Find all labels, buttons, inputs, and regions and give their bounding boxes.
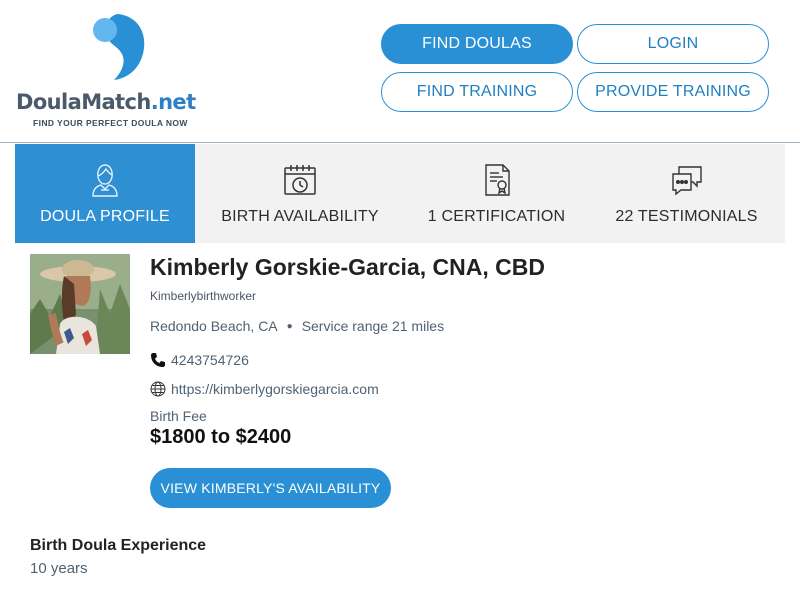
site-header: DoulaMatch.net FIND YOUR PERFECT DOULA N…: [0, 0, 800, 143]
separator-dot: ●: [286, 320, 293, 332]
site-logo[interactable]: DoulaMatch.net FIND YOUR PERFECT DOULA N…: [16, 10, 221, 135]
calendar-clock-icon: [284, 165, 316, 195]
birth-fee-value: $1800 to $2400: [150, 426, 292, 448]
tab-certification[interactable]: 1 CERTIFICATION: [405, 144, 588, 243]
tab-doula-profile[interactable]: DOULA PROFILE: [15, 144, 195, 243]
service-range-text: Service range 21 miles: [301, 318, 445, 334]
tab-label: 22 TESTIMONIALS: [615, 208, 758, 225]
location-text: Redondo Beach, CA: [150, 318, 278, 334]
logo-tagline: FIND YOUR PERFECT DOULA NOW: [33, 118, 188, 128]
doula-avatar: [30, 254, 130, 354]
experience-heading: Birth Doula Experience: [30, 537, 207, 554]
phone-row[interactable]: 4243754726: [150, 352, 249, 368]
location-row: Redondo Beach, CA ● Service range 21 mil…: [150, 318, 444, 334]
view-availability-button[interactable]: VIEW KIMBERLY'S AVAILABILITY: [150, 468, 391, 508]
profile-tabs: DOULA PROFILE BIRTH AVAILABILITY 1 CERTI…: [15, 144, 785, 243]
tab-testimonials[interactable]: 22 TESTIMONIALS: [588, 144, 785, 243]
tab-label: BIRTH AVAILABILITY: [221, 208, 379, 225]
phone-icon: [151, 353, 165, 367]
doula-username: Kimberlybirthworker: [150, 289, 257, 303]
provide-training-button[interactable]: PROVIDE TRAINING: [577, 72, 769, 112]
certificate-document-icon: [484, 164, 510, 196]
login-button[interactable]: LOGIN: [577, 24, 769, 64]
doula-name: Kimberly Gorskie-Garcia, CNA, CBD: [150, 254, 545, 280]
phone-number[interactable]: 4243754726: [171, 352, 249, 368]
website-link[interactable]: https://kimberlygorskiegarcia.com: [171, 381, 379, 397]
tab-birth-availability[interactable]: BIRTH AVAILABILITY: [195, 144, 405, 243]
tab-label: DOULA PROFILE: [40, 208, 170, 225]
tab-label: 1 CERTIFICATION: [427, 208, 566, 225]
globe-icon: [150, 381, 166, 397]
logo-mark-icon: [93, 14, 145, 80]
experience-value: 10 years: [30, 560, 88, 577]
website-row[interactable]: https://kimberlygorskiegarcia.com: [150, 381, 379, 397]
doula-person-icon: [92, 164, 118, 197]
find-doulas-button[interactable]: FIND DOULAS: [381, 24, 573, 64]
find-training-button[interactable]: FIND TRAINING: [381, 72, 573, 112]
birth-fee-label: Birth Fee: [150, 408, 207, 424]
chat-bubbles-icon: [671, 166, 702, 196]
logo-wordmark: DoulaMatch.net: [16, 90, 196, 114]
